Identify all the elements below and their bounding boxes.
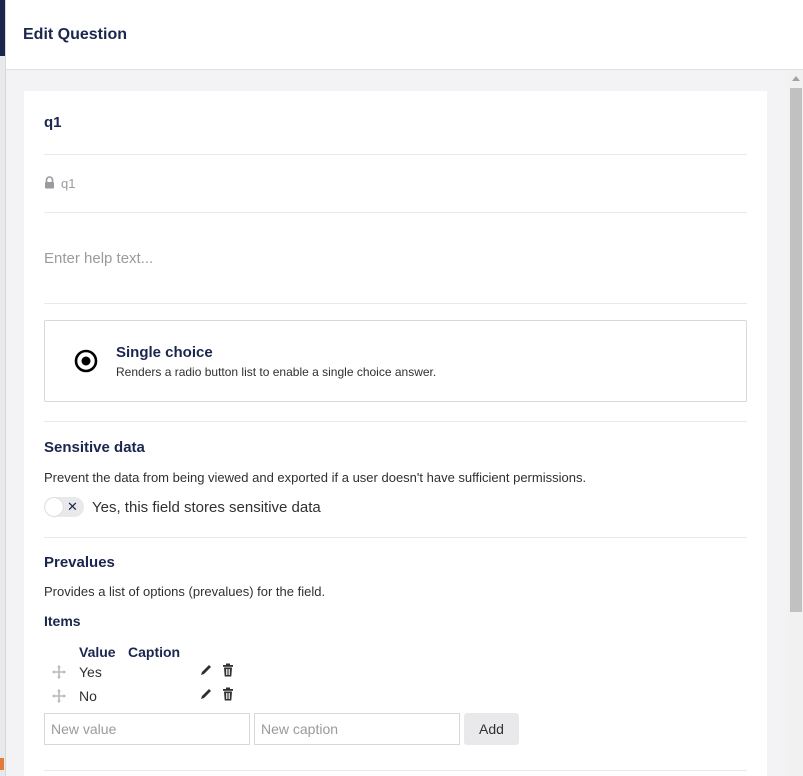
drag-handle-icon[interactable]	[44, 689, 79, 703]
sensitive-data-toggle[interactable]: ✕	[44, 497, 84, 517]
edit-question-panel: Edit Question q1 q1 Enter help text... S…	[5, 0, 803, 776]
field-type-description: Renders a radio button list to enable a …	[116, 364, 437, 379]
items-label: Items	[44, 613, 81, 629]
radio-button-icon	[73, 348, 99, 374]
edit-pencil-icon[interactable]	[199, 687, 213, 706]
prevalue-row: No	[44, 684, 747, 708]
field-type-card[interactable]: Single choice Renders a radio button lis…	[44, 320, 747, 402]
add-prevalue-button[interactable]: Add	[464, 713, 519, 745]
prevalue-value: No	[79, 688, 97, 704]
prevalues-heading: Prevalues	[44, 554, 115, 571]
delete-trash-icon[interactable]	[221, 687, 235, 706]
sensitive-toggle-label[interactable]: Yes, this field stores sensitive data	[92, 499, 321, 516]
field-type-text: Single choice Renders a radio button lis…	[116, 344, 436, 379]
prevalue-actions	[199, 663, 235, 682]
question-name[interactable]: q1	[44, 91, 747, 155]
new-prevalue-row: Add	[44, 713, 747, 745]
help-text-field[interactable]: Enter help text...	[44, 213, 747, 304]
sensitive-data-section: Sensitive data Prevent the data from bei…	[44, 422, 747, 538]
question-alias: q1	[44, 155, 747, 213]
section-divider	[44, 770, 747, 771]
close-icon: ✕	[67, 499, 78, 514]
prevalues-column-headers: Value Caption	[79, 644, 747, 660]
delete-trash-icon[interactable]	[221, 663, 235, 682]
column-header-value: Value	[79, 644, 116, 660]
scrollbar-thumb[interactable]	[790, 88, 802, 612]
toggle-knob	[45, 498, 63, 516]
panel-title: Edit Question	[23, 25, 127, 43]
prevalue-value: Yes	[79, 664, 102, 680]
edit-pencil-icon[interactable]	[199, 663, 213, 682]
sensitive-data-heading: Sensitive data	[44, 439, 145, 456]
prevalue-row: Yes	[44, 660, 747, 684]
sensitive-toggle-row: ✕ Yes, this field stores sensitive data	[44, 497, 747, 517]
panel-content[interactable]: q1 q1 Enter help text... Single choice R…	[6, 71, 803, 776]
new-caption-input[interactable]	[254, 713, 460, 745]
background-orange-block	[0, 758, 4, 770]
vertical-scrollbar[interactable]	[788, 71, 803, 776]
field-type-name: Single choice	[116, 343, 213, 361]
prevalues-section: Prevalues Provides a list of options (pr…	[44, 538, 747, 745]
question-card: q1 q1 Enter help text... Single choice R…	[24, 91, 767, 776]
alias-text: q1	[61, 176, 76, 191]
column-header-caption: Caption	[128, 644, 181, 660]
lock-icon[interactable]	[44, 175, 56, 190]
prevalues-description: Provides a list of options (prevalues) f…	[44, 584, 326, 599]
sensitive-data-description: Prevent the data from being viewed and e…	[44, 470, 587, 485]
panel-header: Edit Question	[6, 0, 803, 70]
field-type-section: Single choice Renders a radio button lis…	[44, 304, 747, 422]
new-value-input[interactable]	[44, 713, 250, 745]
scroll-up-arrow-icon[interactable]	[792, 76, 800, 81]
prevalue-actions	[199, 687, 235, 706]
drag-handle-icon[interactable]	[44, 665, 79, 679]
